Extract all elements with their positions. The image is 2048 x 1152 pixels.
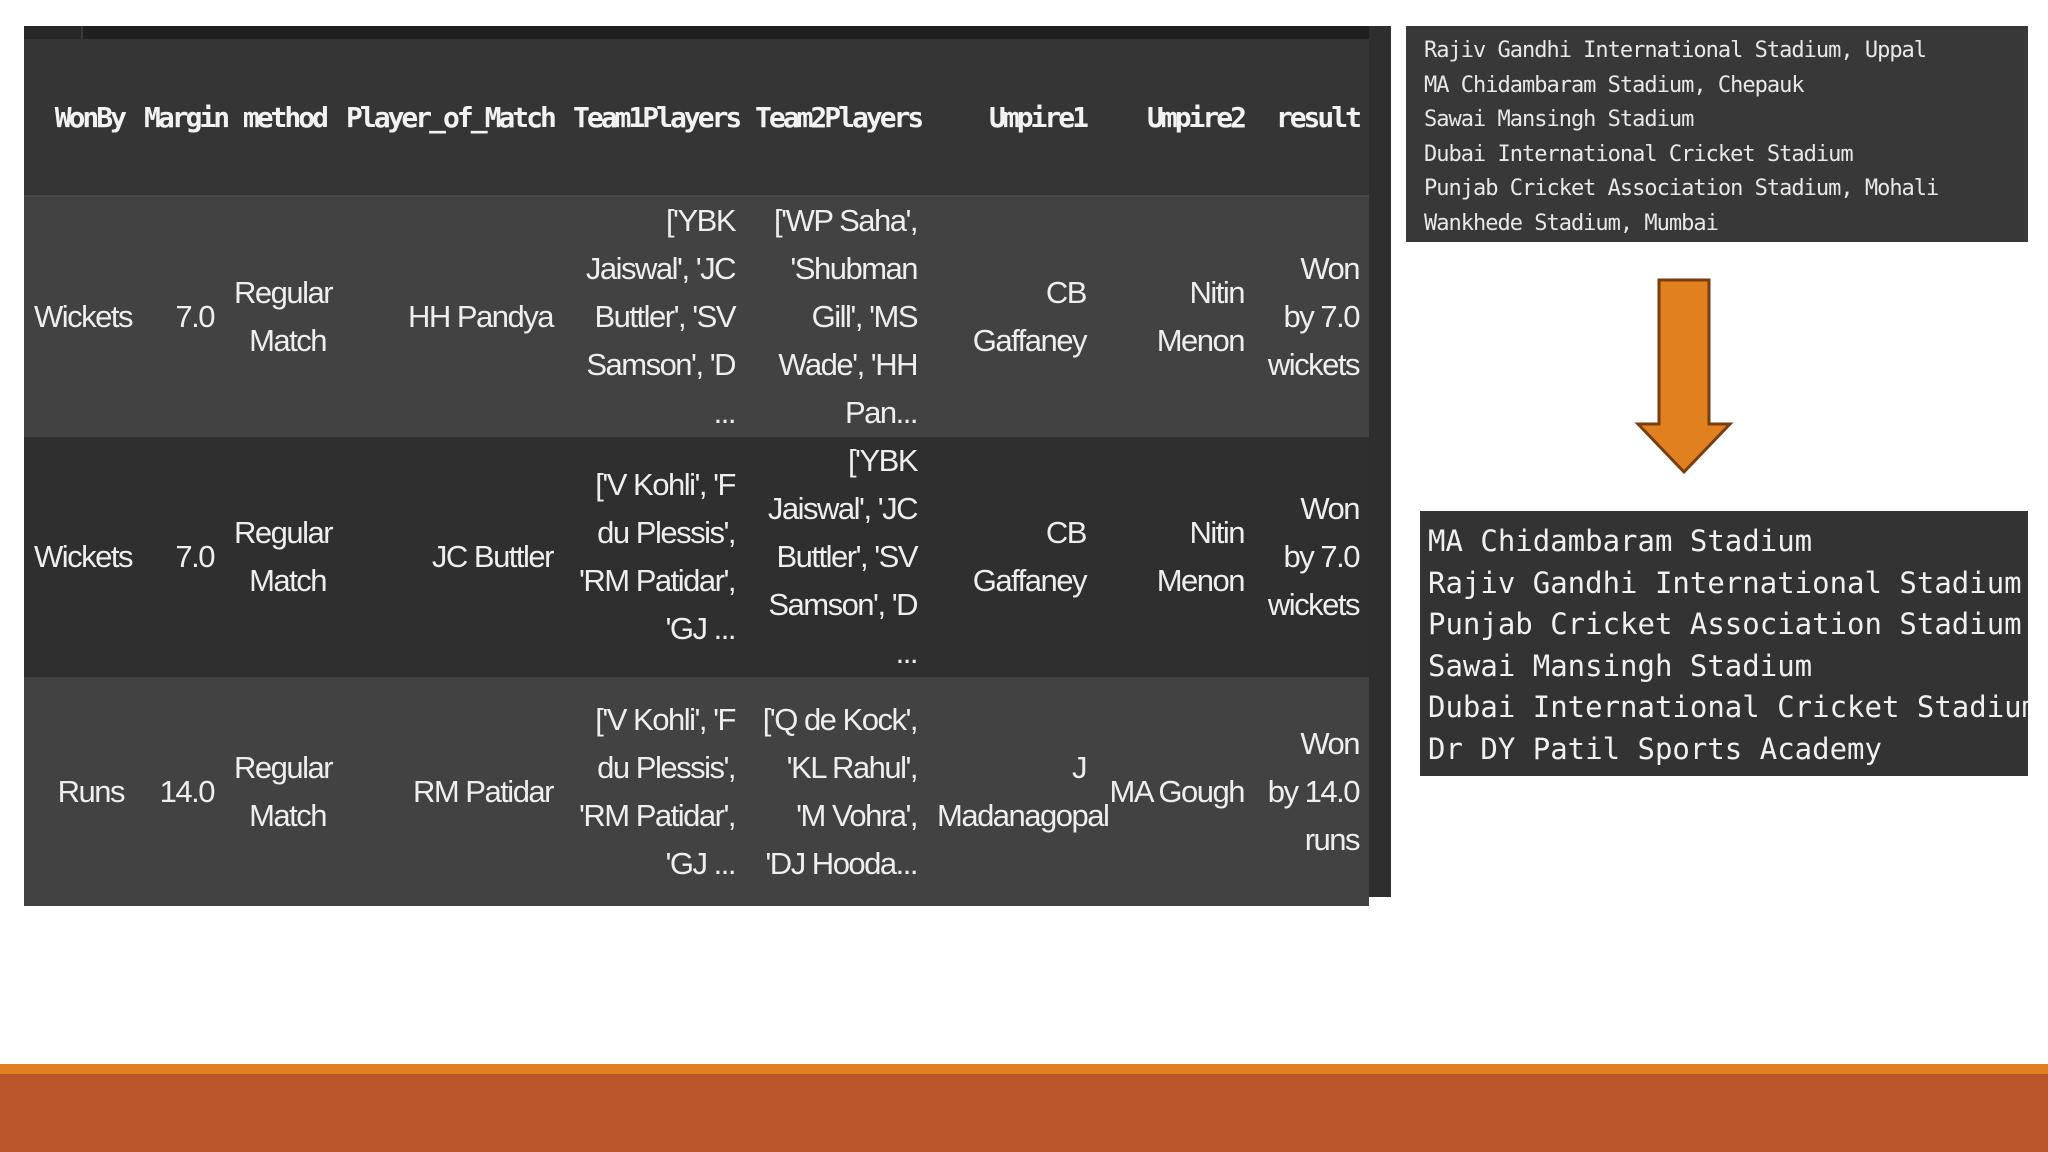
column-header: method (224, 39, 336, 197)
cell-umpire2: Nitin Menon (1096, 437, 1254, 677)
dataframe-panel: WonBy Margin method Player_of_Match Team… (24, 26, 1391, 906)
table-row: Wickets 7.0 Regular Match HH Pandya ['YB… (24, 196, 1369, 437)
table-header-row: WonBy Margin method Player_of_Match Team… (24, 39, 1369, 197)
cell-umpire1: J Madanagopal (927, 677, 1110, 906)
cell-wonby: Runs (24, 677, 134, 906)
venue-item: MA Chidambaram Stadium (1428, 524, 1813, 558)
dataframe-top-strip (24, 26, 1369, 39)
cell-player-of-match: HH Pandya (336, 196, 563, 437)
venue-item: Rajiv Gandhi International Stadium (1428, 565, 2022, 600)
cell-method: Regular Match (224, 677, 336, 906)
footer-bar (0, 1074, 2048, 1152)
column-header: WonBy (24, 39, 134, 197)
cell-umpire1: CB Gaffaney (927, 196, 1096, 437)
cell-team2-players: ['YBK Jaiswal', 'JC Buttler', 'SV Samson… (745, 437, 927, 677)
footer-accent-stripe (0, 1064, 2048, 1074)
column-header: Umpire1 (927, 39, 1096, 197)
venue-item: Dr DY Patil Sports Academy (1428, 731, 1882, 766)
venue-item: Dubai International Cricket Stadium (1428, 690, 2028, 724)
venue-item: Dubai International Cricket Stadium (1424, 141, 1854, 167)
venue-item: MA Chidambaram Stadium, Chepauk (1424, 72, 1805, 98)
venues-before-list: Rajiv Gandhi International Stadium, Uppa… (1406, 26, 2028, 242)
cell-team2-players: ['Q de Kock', 'KL Rahul', 'M Vohra', 'DJ… (745, 677, 927, 906)
cell-umpire2: Nitin Menon (1096, 196, 1254, 437)
arrow-down-icon (1634, 278, 1734, 475)
cell-team1-players: ['V Kohli', 'F du Plessis', 'RM Patidar'… (563, 437, 745, 677)
cell-wonby: Wickets (24, 437, 134, 677)
cell-umpire1: CB Gaffaney (927, 437, 1096, 677)
cell-team1-players: ['V Kohli', 'F du Plessis', 'RM Patidar'… (563, 677, 745, 906)
cell-player-of-match: JC Buttler (336, 437, 563, 677)
column-header: Umpire2 (1096, 39, 1254, 197)
venue-item: Wankhede Stadium, Mumbai (1424, 210, 1719, 236)
venue-item: Rajiv Gandhi International Stadium, Uppa… (1424, 38, 1927, 63)
venue-item: Sawai Mansingh Stadium (1424, 107, 1694, 132)
venue-item: Punjab Cricket Association Stadium (1428, 607, 2022, 641)
cell-player-of-match: RM Patidar (336, 677, 563, 906)
cell-margin: 7.0 (134, 437, 224, 677)
venue-item: Punjab Cricket Association Stadium, Moha… (1424, 176, 1939, 201)
column-header: Team2Players (745, 39, 927, 197)
cell-margin: 14.0 (134, 677, 224, 906)
cell-method: Regular Match (224, 196, 336, 437)
cell-team2-players: ['WP Saha', 'Shubman Gill', 'MS Wade', '… (745, 196, 927, 437)
cell-team1-players: ['YBK Jaiswal', 'JC Buttler', 'SV Samson… (563, 196, 745, 437)
cell-result: Won by 7.0 wickets (1254, 437, 1369, 677)
column-header: Margin (134, 39, 230, 197)
cell-margin: 7.0 (134, 196, 224, 437)
column-header: Team1Players (563, 39, 745, 197)
column-header: result (1254, 39, 1369, 197)
table-row: Wickets 7.0 Regular Match JC Buttler ['V… (24, 437, 1369, 677)
column-header: Player_of_Match (336, 39, 563, 197)
cell-result: Won by 7.0 wickets (1254, 196, 1369, 437)
venue-item: Sawai Mansingh Stadium (1428, 648, 1813, 683)
cell-result: Won by 14.0 runs (1254, 677, 1369, 906)
table-row: Runs 14.0 Regular Match RM Patidar ['V K… (24, 677, 1369, 906)
cell-umpire2: MA Gough (1096, 677, 1254, 906)
cell-wonby: Wickets (24, 196, 134, 437)
cell-method: Regular Match (224, 437, 336, 677)
venues-after-list: MA Chidambaram Stadium Rajiv Gandhi Inte… (1420, 511, 2028, 776)
dataframe-table: WonBy Margin method Player_of_Match Team… (24, 39, 1369, 906)
